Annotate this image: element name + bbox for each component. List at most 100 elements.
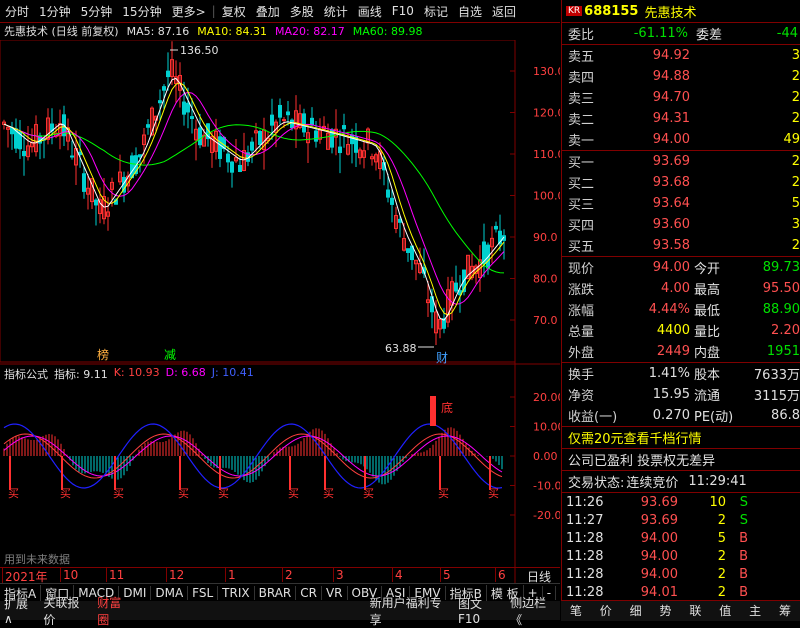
extension-tab[interactable]: 关联报价 xyxy=(39,594,93,628)
d-value: D: 6.68 xyxy=(165,366,206,379)
ma20-line xyxy=(3,91,505,305)
kr-badge: KR xyxy=(566,6,583,16)
indicator-menu[interactable]: 指标公式 xyxy=(4,366,48,382)
buy-tag: 买 xyxy=(438,487,449,500)
time-tick: 3 xyxy=(333,568,344,582)
toolbar-item[interactable]: 返回 xyxy=(487,3,521,20)
toolbar-item[interactable]: F10 xyxy=(387,4,419,18)
price-tick: 100.0 xyxy=(533,190,560,203)
quote-nav-button[interactable]: 联 xyxy=(681,601,711,621)
toolbar-item[interactable]: 自选 xyxy=(453,3,487,20)
quote-panel: KR 688155 先惠技术 委比 -61.11% 委差 -44 卖五 94.92… xyxy=(561,0,800,620)
indicator-header: 指标公式 指标: 9.11 K: 10.93 D: 6.68 J: 10.41 xyxy=(4,366,254,382)
asks-row: 卖四 94.88 2 xyxy=(568,69,800,86)
high-annotation: 136.50 xyxy=(180,44,219,57)
toolbar-item[interactable]: 分时 xyxy=(0,3,34,20)
indicator-tab[interactable]: FSL xyxy=(188,586,219,600)
stat-row: 外盘 2449 内盘 1951 xyxy=(568,344,800,361)
toolbar-item[interactable]: 更多> xyxy=(167,3,211,20)
kline-chart[interactable]: 130.0120.0110.0100.090.080.070.0 136.50 … xyxy=(0,40,560,585)
j-value: J: 10.41 xyxy=(211,366,254,379)
weicha-value: -44 xyxy=(776,26,798,41)
price-tick: 130.0 xyxy=(533,65,560,78)
quote-nav-button[interactable]: 值 xyxy=(710,601,740,621)
toolbar-item[interactable]: 统计 xyxy=(319,3,353,20)
stat-row: 总量 4400 量比 2.20 xyxy=(568,323,800,340)
tag-cai[interactable]: 财 xyxy=(436,351,448,365)
buy-tag: 买 xyxy=(488,487,499,500)
status-time: 11:29:41 xyxy=(688,474,747,489)
price-tick: 80.0 xyxy=(533,273,558,286)
indicator-tab[interactable]: CR xyxy=(296,586,322,600)
tick-row: 11:28 94.00 2 B xyxy=(566,566,748,582)
time-tick: 10 xyxy=(60,568,78,582)
buy-tag: 买 xyxy=(178,487,189,500)
extension-tab[interactable]: 侧边栏《 xyxy=(506,594,560,628)
toolbar-item[interactable]: 复权 xyxy=(217,3,251,20)
toolbar-item[interactable]: 叠加 xyxy=(251,3,285,20)
toolbar-item[interactable]: 1分钟 xyxy=(34,3,76,20)
toolbar-item[interactable]: 15分钟 xyxy=(117,3,166,20)
tag-jian[interactable]: 减 xyxy=(164,348,176,362)
buy-tag: 买 xyxy=(323,487,334,500)
toolbar-item[interactable]: 多股 xyxy=(285,3,319,20)
indicator-tick: 10.00 xyxy=(533,421,560,434)
buy-tag: 买 xyxy=(113,487,124,500)
tick-row: 11:28 94.00 5 B xyxy=(566,530,748,546)
indicator-tab[interactable]: VR xyxy=(322,586,348,600)
extension-tab[interactable]: 图文F10 xyxy=(454,595,506,626)
quote-nav-button[interactable]: 筹 xyxy=(770,601,800,621)
toolbar-item[interactable]: 画线 xyxy=(353,3,387,20)
ma5-line xyxy=(3,77,505,321)
stock-title: 先惠技术 (日线 前复权) xyxy=(4,25,119,38)
extension-tab[interactable]: 扩展∧ xyxy=(0,595,39,626)
price-tick: 90.0 xyxy=(533,231,558,244)
quote-nav-button[interactable]: 价 xyxy=(591,601,621,621)
indicator-tab[interactable]: DMA xyxy=(151,586,189,600)
buy-tag: 买 xyxy=(363,487,374,500)
stat2-row: 收益(一) 0.270 PE(动) 86.8 xyxy=(568,408,800,425)
stat-row: 现价 94.00 今开 89.73 xyxy=(568,260,800,277)
indicator-tick: -10.00 xyxy=(533,480,560,493)
asks-row: 卖五 94.92 3 xyxy=(568,48,800,65)
stat2-row: 净资 15.95 流通 3115万 xyxy=(568,387,800,404)
di-label: 底 xyxy=(441,400,453,415)
indicator-tab[interactable]: TRIX xyxy=(218,586,255,600)
quote-nav-button[interactable]: 势 xyxy=(651,601,681,621)
indicator-tick: 20.00 xyxy=(533,391,560,404)
stats2-block: 换手 1.41% 股本 7633万 净资 15.95 流通 3115万 收益(一) 0.270 PE… xyxy=(562,363,800,427)
bid-book: 买一 93.69 2 买二 93.68 2 买三 93.64 5 买四 93.60 3 买五 93.58 2 xyxy=(562,151,800,257)
toolbar-item[interactable]: 标记 xyxy=(419,3,453,20)
indicator-bars xyxy=(3,427,503,485)
stock-name: 先惠技术 xyxy=(644,5,697,21)
extension-tabs: 扩展∧ 关联报价 财富圈 新用户福利专享 图文F10 侧边栏《 xyxy=(0,596,560,627)
di-marker xyxy=(430,396,436,426)
price-tick: 110.0 xyxy=(533,148,560,161)
stock-code: 688155 xyxy=(584,3,639,19)
toolbar-item[interactable]: 5分钟 xyxy=(76,3,118,20)
bids-row: 买一 93.69 2 xyxy=(568,154,800,171)
asks-row: 卖二 94.31 2 xyxy=(568,111,800,128)
promo-link[interactable]: 仅需20元查看千档行情 xyxy=(562,428,702,447)
indicator-axis: 20.00 10.00 0.00 -10.00 -20.00 xyxy=(510,391,560,522)
bids-row: 买二 93.68 2 xyxy=(568,175,800,192)
k-value: K: 10.93 xyxy=(113,366,160,379)
tag-bang[interactable]: 榜 xyxy=(97,347,109,362)
stats-block: 现价 94.00 今开 89.73 涨跌 4.00 最高 95.50 涨幅 4.44% 最低 88.9… xyxy=(562,257,800,363)
time-tick: 11 xyxy=(106,568,124,582)
quote-nav: 笔价细势联值主筹 xyxy=(561,600,800,621)
time-axis: 2021年 10 11 12 1 2 3 4 5 6 日线 xyxy=(0,567,560,585)
ma5-value: MA5: 87.16 xyxy=(126,24,190,38)
quote-nav-button[interactable]: 细 xyxy=(621,601,651,621)
bids-row: 买五 93.58 2 xyxy=(568,238,800,255)
chart-header: 先惠技术 (日线 前复权) MA5: 87.16 MA10: 84.31 MA2… xyxy=(0,23,519,39)
indicator-tick: 0.00 xyxy=(533,450,558,463)
weibi-value: -61.11% xyxy=(633,26,688,41)
quote-nav-button[interactable]: 主 xyxy=(740,601,770,621)
extension-tab[interactable]: 财富圈 xyxy=(93,594,135,628)
indicator-tab[interactable]: BRAR xyxy=(255,586,297,600)
extension-tab[interactable]: 新用户福利专享 xyxy=(366,594,454,628)
bids-row: 买四 93.60 3 xyxy=(568,217,800,234)
ask-book: 卖五 94.92 3 卖四 94.88 2 卖三 94.70 2 卖二 94.31 2 卖一 94.00 4… xyxy=(562,45,800,151)
quote-nav-button[interactable]: 笔 xyxy=(561,601,591,621)
